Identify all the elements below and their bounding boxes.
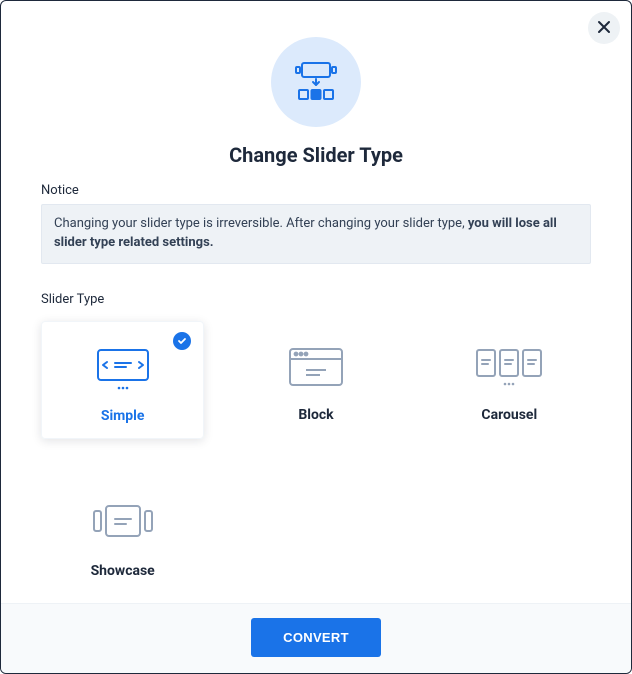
slider-type-option-block[interactable]: Block [234,321,397,439]
simple-slider-icon [88,342,158,394]
modal-title: Change Slider Type [229,143,403,167]
check-icon [173,332,191,350]
slider-type-label: Slider Type [41,292,591,307]
slider-type-hero-icon [271,37,361,127]
slider-type-option-simple[interactable]: Simple [41,321,204,439]
notice-box: Changing your slider type is irreversibl… [41,204,591,264]
option-label: Carousel [481,407,537,423]
block-slider-icon [284,341,348,393]
slider-type-option-showcase[interactable]: Showcase [41,477,204,593]
modal-body: Notice Changing your slider type is irre… [1,167,631,603]
close-icon [597,18,611,39]
notice-text: Changing your slider type is irreversibl… [54,216,468,231]
slider-type-option-carousel[interactable]: Carousel [428,321,591,439]
option-label: Showcase [91,563,155,579]
modal-header: Change Slider Type [1,1,631,167]
carousel-slider-icon [471,341,547,393]
close-button[interactable] [588,12,620,44]
slider-type-grid: Simple [41,321,591,593]
option-label: Simple [101,408,145,424]
convert-button[interactable]: CONVERT [251,618,381,657]
option-label: Block [298,407,333,423]
notice-label: Notice [41,183,591,198]
change-slider-type-modal: Change Slider Type Notice Changing your … [0,0,632,674]
showcase-slider-icon [88,497,158,549]
modal-footer: CONVERT [1,603,631,673]
